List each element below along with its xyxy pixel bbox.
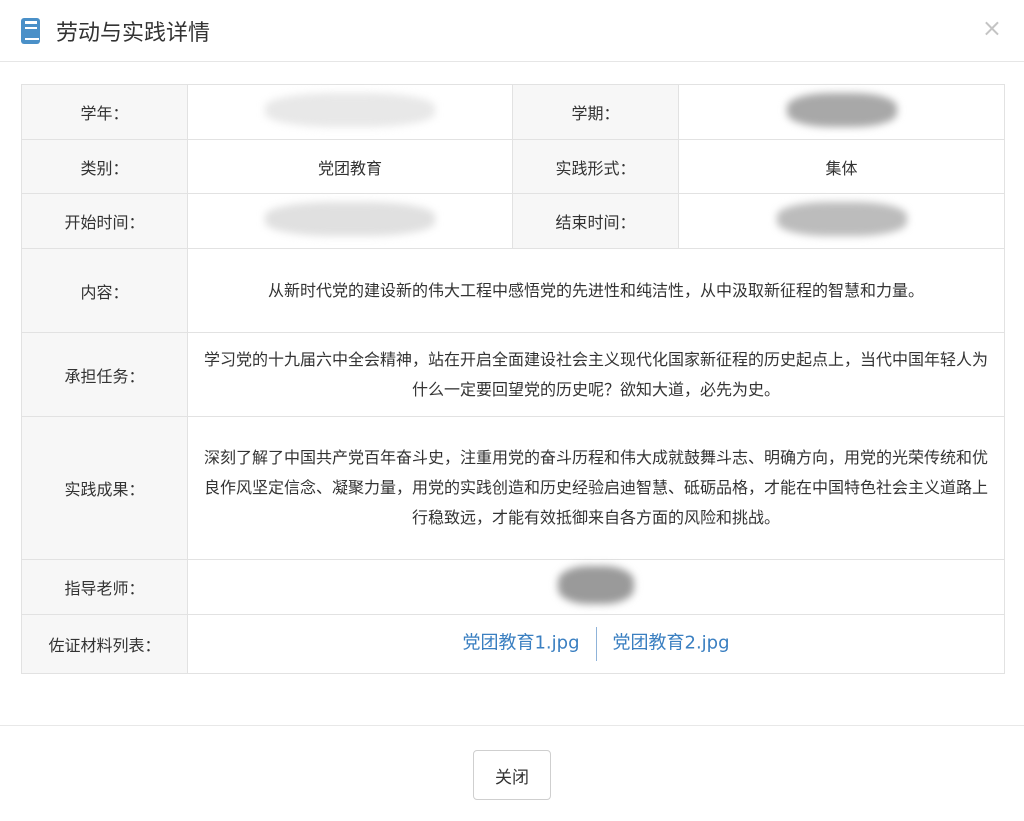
redacted-value (776, 202, 907, 236)
label-end: 结束时间： (512, 193, 679, 249)
row-evidence: 佐证材料列表： 党团教育1.jpg 党团教育2.jpg (21, 614, 1005, 674)
label-start: 开始时间： (21, 193, 188, 249)
redacted-value (558, 566, 634, 604)
file-link-1[interactable]: 党团教育1.jpg (462, 633, 579, 654)
redacted-value (265, 93, 435, 127)
label-result: 实践成果： (21, 416, 188, 560)
value-teacher-redacted (187, 559, 1005, 615)
value-category: 党团教育 (187, 139, 513, 194)
row-result: 实践成果： 深刻了解了中国共产党百年奋斗史，注重用党的奋斗历程和伟大成就鼓舞斗志… (21, 416, 1005, 560)
redacted-value (786, 93, 897, 127)
dialog-footer: 关闭 (0, 725, 1024, 821)
dialog-title: 劳动与实践详情 (56, 20, 211, 46)
label-teacher: 指导老师： (21, 559, 188, 615)
value-end-redacted (678, 193, 1005, 249)
redacted-value (265, 202, 435, 236)
value-year-redacted (187, 84, 513, 140)
book-icon (21, 17, 40, 44)
detail-table-container: 学年： 学期： 类别： 党团教育 实践形式： 集体 开始时间： 结束时间： 内容… (21, 84, 1005, 674)
row-category-form: 类别： 党团教育 实践形式： 集体 (21, 139, 1005, 194)
value-form: 集体 (678, 139, 1005, 194)
row-teacher: 指导老师： (21, 559, 1005, 615)
row-start-end: 开始时间： 结束时间： (21, 193, 1005, 249)
label-task: 承担任务： (21, 332, 188, 417)
value-result: 深刻了解了中国共产党百年奋斗史，注重用党的奋斗历程和伟大成就鼓舞斗志、明确方向，… (187, 416, 1005, 560)
value-content: 从新时代党的建设新的伟大工程中感悟党的先进性和纯洁性，从中汲取新征程的智慧和力量… (187, 248, 1005, 333)
evidence-file-list: 党团教育1.jpg 党团教育2.jpg (187, 614, 1005, 674)
label-content: 内容： (21, 248, 188, 333)
close-icon[interactable]: × (982, 14, 1002, 42)
value-term-redacted (678, 84, 1005, 140)
row-year-term: 学年： 学期： (21, 84, 1005, 140)
detail-dialog: 劳动与实践详情 × 学年： 学期： 类别： 党团教育 实践形式： 集体 开始时间… (0, 0, 1024, 820)
row-content: 内容： 从新时代党的建设新的伟大工程中感悟党的先进性和纯洁性，从中汲取新征程的智… (21, 248, 1005, 333)
file-separator (595, 627, 597, 661)
dialog-header: 劳动与实践详情 × (0, 0, 1024, 62)
file-link-2[interactable]: 党团教育2.jpg (613, 633, 730, 654)
value-start-redacted (187, 193, 513, 249)
row-task: 承担任务： 学习党的十九届六中全会精神，站在开启全面建设社会主义现代化国家新征程… (21, 332, 1005, 417)
label-category: 类别： (21, 139, 188, 194)
detail-table: 学年： 学期： 类别： 党团教育 实践形式： 集体 开始时间： 结束时间： 内容… (21, 84, 1005, 674)
label-term: 学期： (512, 84, 679, 140)
value-task: 学习党的十九届六中全会精神，站在开启全面建设社会主义现代化国家新征程的历史起点上… (187, 332, 1005, 417)
label-year: 学年： (21, 84, 188, 140)
label-form: 实践形式： (512, 139, 679, 194)
label-evidence: 佐证材料列表： (21, 614, 188, 674)
close-button[interactable]: 关闭 (473, 750, 551, 800)
